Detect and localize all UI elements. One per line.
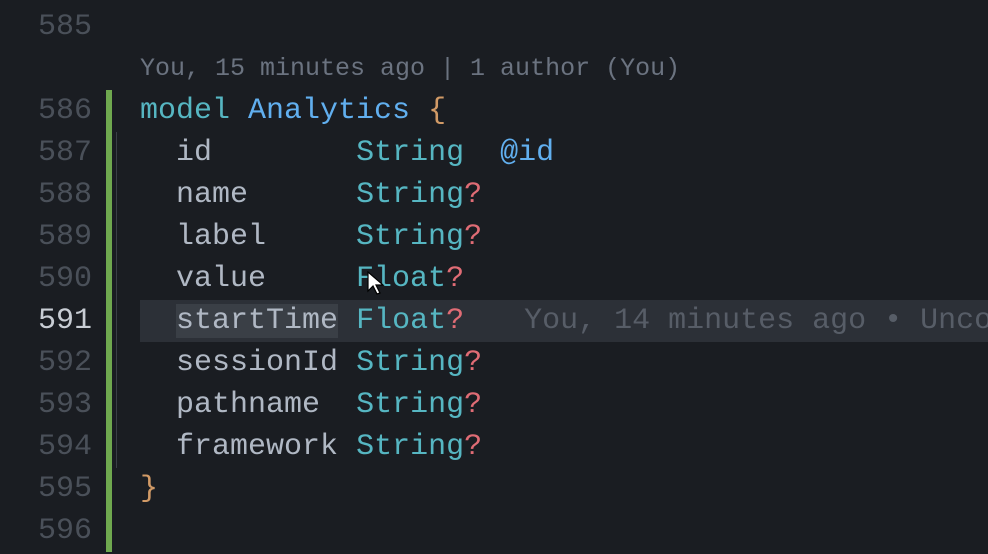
optional-mark: ? — [446, 304, 464, 338]
model-name: Analytics — [248, 94, 410, 128]
line-number: 588 — [0, 174, 106, 216]
code-line[interactable]: } — [140, 468, 988, 510]
keyword-model: model — [140, 94, 230, 128]
codelens-text: You, 15 minutes ago | 1 author (You) — [140, 54, 680, 83]
optional-mark: ? — [464, 430, 482, 464]
line-number: 586 — [0, 90, 106, 132]
line-number: 594 — [0, 426, 106, 468]
field-name: pathname — [176, 388, 320, 422]
line-number: 595 — [0, 468, 106, 510]
optional-mark: ? — [464, 178, 482, 212]
field-attribute: @id — [500, 136, 554, 170]
field-type: String — [356, 136, 464, 170]
field-type: Float — [356, 262, 446, 296]
code-line[interactable]: pathname String? — [140, 384, 988, 426]
code-line[interactable] — [140, 6, 988, 48]
code-line[interactable]: name String? — [140, 174, 988, 216]
code-line-active[interactable]: startTime Float? You, 14 minutes ago • Un… — [140, 300, 988, 342]
field-name: label — [176, 220, 266, 254]
code-line[interactable]: value Float? — [140, 258, 988, 300]
code-line[interactable]: sessionId String? — [140, 342, 988, 384]
codelens[interactable]: You, 15 minutes ago | 1 author (You) — [140, 48, 988, 90]
line-number: 593 — [0, 384, 106, 426]
optional-mark: ? — [464, 220, 482, 254]
optional-mark: ? — [464, 346, 482, 380]
git-blame-inline: You, 14 minutes ago • Unco — [524, 304, 988, 338]
indent-guide-col-1 — [112, 0, 140, 554]
code-line[interactable]: framework String? — [140, 426, 988, 468]
field-type: String — [356, 430, 464, 464]
line-number: 596 — [0, 510, 106, 552]
brace-open: { — [428, 94, 446, 128]
field-type: String — [356, 178, 464, 212]
code-editor[interactable]: 585 586 587 588 589 590 591 592 593 594 … — [0, 0, 988, 554]
field-name: framework — [176, 430, 338, 464]
line-number: 592 — [0, 342, 106, 384]
brace-close: } — [140, 472, 158, 506]
code-line[interactable]: label String? — [140, 216, 988, 258]
code-content[interactable]: You, 15 minutes ago | 1 author (You) mod… — [140, 0, 988, 554]
line-number-gutter: 585 586 587 588 589 590 591 592 593 594 … — [0, 0, 106, 554]
line-number-active: 591 — [0, 300, 106, 342]
line-number: 587 — [0, 132, 106, 174]
field-type: String — [356, 388, 464, 422]
optional-mark: ? — [446, 262, 464, 296]
code-line[interactable]: id String @id — [140, 132, 988, 174]
line-number: 589 — [0, 216, 106, 258]
field-type: String — [356, 220, 464, 254]
field-type: String — [356, 346, 464, 380]
field-name: sessionId — [176, 346, 338, 380]
code-line[interactable]: model Analytics { — [140, 90, 988, 132]
line-number: 590 — [0, 258, 106, 300]
field-name: value — [176, 262, 266, 296]
field-name: id — [176, 136, 212, 170]
field-name: name — [176, 178, 248, 212]
line-number-blank — [0, 48, 106, 90]
optional-mark: ? — [464, 388, 482, 422]
field-name-selected: startTime — [176, 304, 338, 338]
line-number: 585 — [0, 6, 106, 48]
code-line[interactable] — [140, 510, 988, 552]
field-type: Float — [356, 304, 446, 338]
